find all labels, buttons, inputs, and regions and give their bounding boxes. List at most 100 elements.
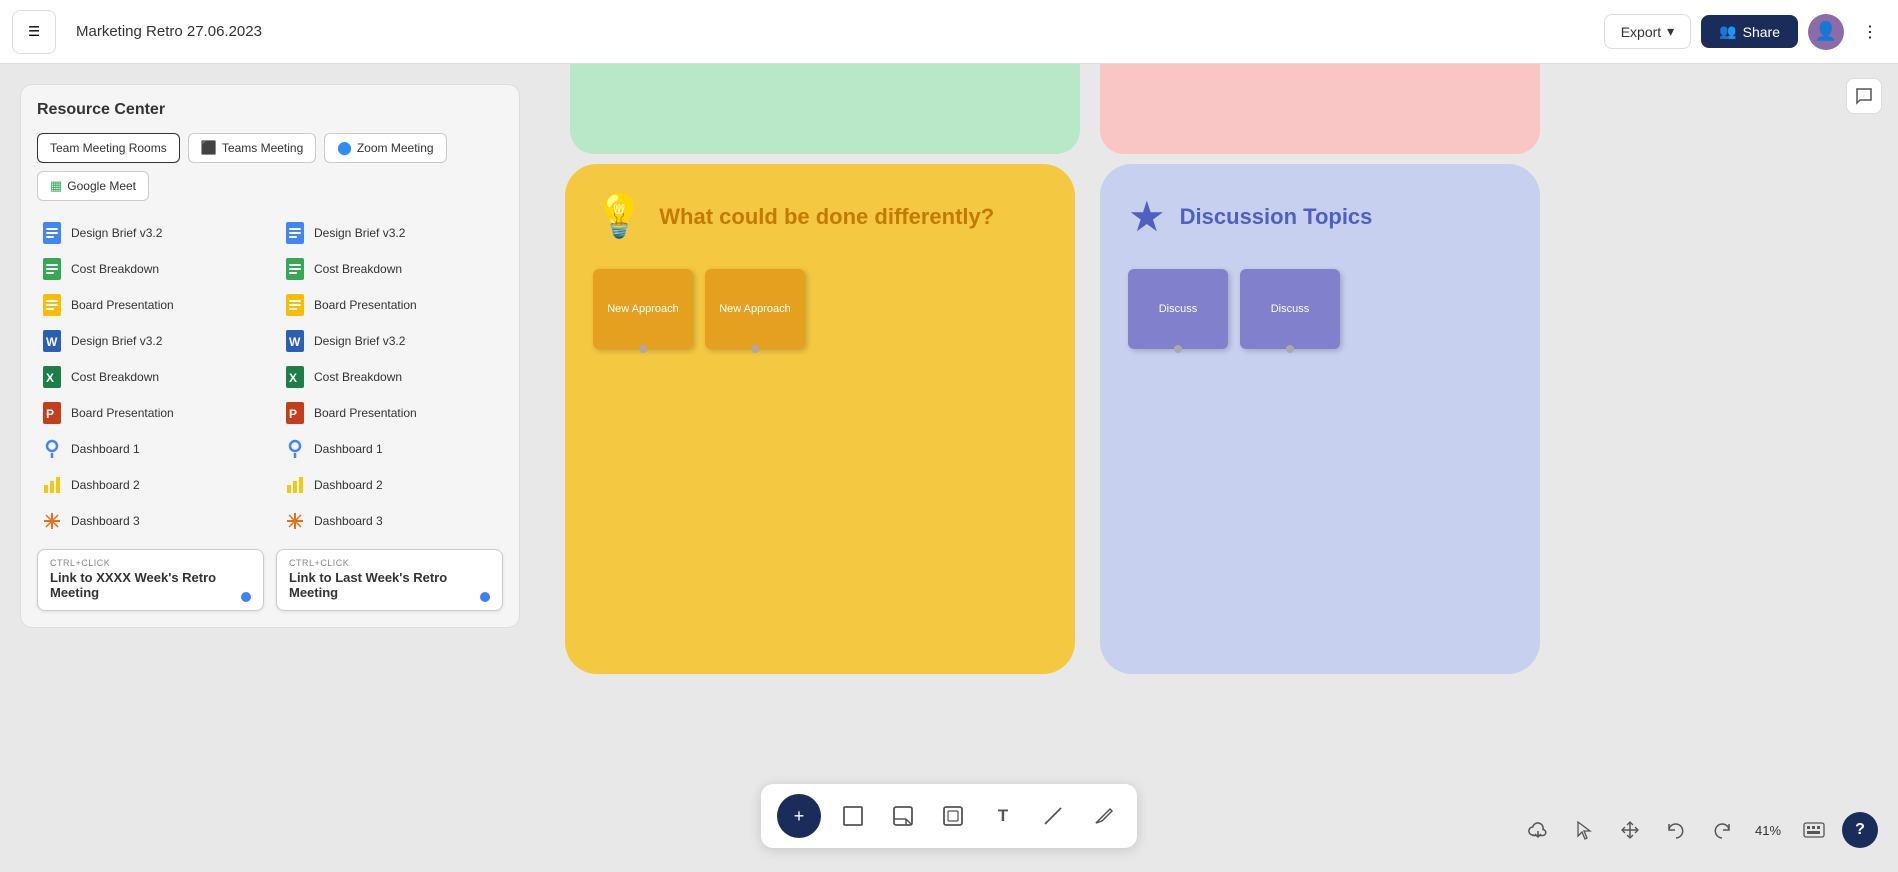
resource-tabs: Team Meeting Rooms ⬛ Teams Meeting ⬤ Zoo…: [37, 133, 503, 201]
move-icon: [1620, 820, 1640, 840]
tab-teams-meeting[interactable]: ⬛ Teams Meeting: [188, 133, 317, 163]
list-item[interactable]: Dashboard 3: [37, 505, 260, 537]
blue-card-header: ★ Discussion Topics: [1128, 192, 1512, 241]
list-item[interactable]: Design Brief v3.2: [280, 217, 503, 249]
yellow-card-title: What could be done differently?: [659, 204, 994, 230]
list-item[interactable]: X Cost Breakdown: [37, 361, 260, 393]
ppt-icon: P: [284, 402, 306, 424]
tab-zoom-meeting[interactable]: ⬤ Zoom Meeting: [324, 133, 446, 163]
export-button[interactable]: Export ▾: [1604, 14, 1692, 49]
pink-card: [1100, 64, 1540, 154]
frame-tool-button[interactable]: [935, 798, 971, 834]
powerbi-icon: [284, 474, 306, 496]
list-item[interactable]: Design Brief v3.2: [37, 217, 260, 249]
sticky-note-label: New Approach: [607, 303, 679, 315]
zoom-level: 41%: [1750, 823, 1786, 838]
tableau-icon: [284, 510, 306, 532]
hamburger-button[interactable]: ☰: [12, 10, 56, 54]
pen-tool-button[interactable]: [1085, 798, 1121, 834]
export-label: Export: [1621, 24, 1661, 40]
link-xxxx-retro-button[interactable]: CTRL+CLICK Link to XXXX Week's Retro Mee…: [37, 549, 264, 611]
sticky-note-label: New Approach: [719, 303, 791, 315]
list-item[interactable]: Dashboard 1: [37, 433, 260, 465]
chat-icon: [1855, 87, 1873, 105]
list-item[interactable]: P Board Presentation: [280, 397, 503, 429]
link-hint: CTRL+CLICK: [289, 558, 490, 568]
canvas[interactable]: Resource Center Team Meeting Rooms ⬛ Tea…: [0, 64, 1898, 872]
undo-icon: [1666, 821, 1686, 839]
share-button[interactable]: 👥 Share: [1701, 15, 1798, 48]
line-tool-button[interactable]: [1035, 798, 1071, 834]
link-last-retro-button[interactable]: CTRL+CLICK Link to Last Week's Retro Mee…: [276, 549, 503, 611]
discuss-note[interactable]: Discuss: [1240, 269, 1340, 349]
sticky-note-tool-button[interactable]: [885, 798, 921, 834]
document-title: Marketing Retro 27.06.2023: [66, 17, 272, 46]
avatar[interactable]: 👤: [1808, 14, 1844, 50]
resource-center-title: Resource Center: [37, 101, 503, 119]
more-menu-button[interactable]: ⋮: [1854, 16, 1886, 48]
list-item[interactable]: Board Presentation: [37, 289, 260, 321]
sticky-note-icon: [892, 805, 914, 827]
file-name: Dashboard 1: [314, 442, 383, 456]
tab-label: Google Meet: [67, 179, 136, 193]
card-header: 💡 What could be done differently?: [593, 192, 1047, 241]
text-tool-button[interactable]: T: [985, 798, 1021, 834]
rectangle-tool-button[interactable]: [835, 798, 871, 834]
sticky-notes-area: New Approach New Approach: [593, 269, 1047, 349]
svg-text:W: W: [289, 335, 301, 349]
discuss-note[interactable]: Discuss: [1128, 269, 1228, 349]
add-button[interactable]: +: [777, 794, 821, 838]
svg-text:W: W: [46, 335, 58, 349]
looker-icon: [41, 438, 63, 460]
list-item[interactable]: P Board Presentation: [37, 397, 260, 429]
resource-center-panel: Resource Center Team Meeting Rooms ⬛ Tea…: [20, 84, 520, 628]
list-item[interactable]: Board Presentation: [280, 289, 503, 321]
sticky-note[interactable]: New Approach: [593, 269, 693, 349]
link-label: Link to Last Week's Retro Meeting: [289, 570, 490, 600]
pen-icon: [1092, 805, 1114, 827]
list-item[interactable]: W Design Brief v3.2: [280, 325, 503, 357]
tab-google-meet[interactable]: ▦ Google Meet: [37, 171, 149, 201]
frame-icon: [942, 805, 964, 827]
file-name: Dashboard 2: [314, 478, 383, 492]
rectangle-icon: [842, 805, 864, 827]
slides-icon: [284, 294, 306, 316]
file-name: Cost Breakdown: [71, 370, 159, 384]
svg-text:X: X: [289, 371, 297, 385]
share-label: Share: [1743, 24, 1780, 40]
file-name: Design Brief v3.2: [71, 226, 162, 240]
tab-team-meeting-rooms[interactable]: Team Meeting Rooms: [37, 133, 180, 163]
discuss-note-label: Discuss: [1159, 303, 1198, 315]
keyboard-shortcuts-button[interactable]: [1796, 812, 1832, 848]
chat-icon-button[interactable]: [1846, 78, 1882, 114]
file-name: Board Presentation: [71, 406, 174, 420]
pointer-tool-button[interactable]: [1566, 812, 1602, 848]
discuss-note-dot: [1286, 345, 1294, 353]
powerbi-icon: [41, 474, 63, 496]
redo-button[interactable]: [1704, 812, 1740, 848]
file-name: Cost Breakdown: [314, 262, 402, 276]
link-dot: [480, 592, 490, 602]
file-name: Cost Breakdown: [71, 262, 159, 276]
list-item[interactable]: Dashboard 3: [280, 505, 503, 537]
teams-icon: ⬛: [201, 140, 217, 156]
svg-text:X: X: [46, 371, 54, 385]
list-item[interactable]: Dashboard 2: [280, 469, 503, 501]
help-button[interactable]: ?: [1842, 812, 1878, 848]
sticky-note[interactable]: New Approach: [705, 269, 805, 349]
looker-icon: [284, 438, 306, 460]
star-icon: ★: [1128, 192, 1166, 241]
share-icon: 👥: [1719, 23, 1736, 40]
move-tool-button[interactable]: [1612, 812, 1648, 848]
list-item[interactable]: X Cost Breakdown: [280, 361, 503, 393]
list-item[interactable]: Cost Breakdown: [37, 253, 260, 285]
undo-button[interactable]: [1658, 812, 1694, 848]
list-item[interactable]: Dashboard 2: [37, 469, 260, 501]
file-name: Dashboard 1: [71, 442, 140, 456]
list-item[interactable]: W Design Brief v3.2: [37, 325, 260, 357]
list-item[interactable]: Dashboard 1: [280, 433, 503, 465]
link-hint: CTRL+CLICK: [50, 558, 251, 568]
list-item[interactable]: Cost Breakdown: [280, 253, 503, 285]
cloud-save-button[interactable]: [1520, 812, 1556, 848]
tab-label: Zoom Meeting: [357, 141, 434, 155]
